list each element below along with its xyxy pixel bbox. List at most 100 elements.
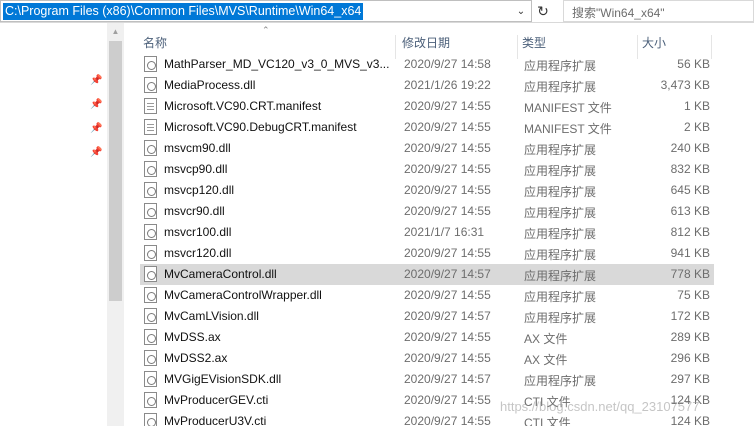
file-row[interactable]: msvcp120.dll 2020/9/27 14:55 应用程序扩展 645 KB (140, 180, 714, 201)
file-name: msvcr120.dll (164, 246, 232, 260)
address-path[interactable]: C:\Program Files (x86)\Common Files\MVS\… (3, 3, 364, 20)
file-size: 1 KB (683, 99, 710, 113)
file-size: 2 KB (683, 120, 710, 134)
search-input[interactable]: 搜索"Win64_x64" (563, 0, 754, 22)
file-date: 2020/9/27 14:57 (404, 267, 491, 281)
file-row[interactable]: MathParser_MD_VC120_v3_0_MVS_v3... 2020/9… (140, 54, 714, 75)
file-row[interactable]: MvProducerGEV.cti 2020/9/27 14:55 CTI 文件 12… (140, 390, 714, 411)
file-icon (144, 119, 157, 135)
toolbar: C:\Program Files (x86)\Common Files\MVS\… (0, 0, 754, 23)
file-name: MvDSS.ax (164, 330, 221, 344)
file-name: msvcp120.dll (164, 183, 235, 197)
file-row[interactable]: MvCameraControlWrapper.dll 2020/9/27 14:5… (140, 285, 714, 306)
file-name: msvcm90.dll (164, 141, 231, 155)
file-type: 应用程序扩展 (524, 143, 597, 157)
file-name: Microsoft.VC90.CRT.manifest (164, 99, 322, 113)
file-row[interactable]: MVGigEVisionSDK.dll 2020/9/27 14:57 应用程序扩展… (140, 369, 714, 390)
address-bar[interactable]: C:\Program Files (x86)\Common Files\MVS\… (0, 0, 532, 22)
file-name: msvcr100.dll (164, 225, 232, 239)
file-type: 应用程序扩展 (524, 374, 597, 388)
file-name: msvcp90.dll (164, 162, 228, 176)
file-row[interactable]: MvDSS.ax 2020/9/27 14:55 AX 文件 289 KB (140, 327, 714, 348)
file-date: 2020/9/27 14:55 (404, 330, 491, 344)
file-size: 832 KB (670, 162, 710, 176)
file-size: 297 KB (670, 372, 710, 386)
file-type: 应用程序扩展 (524, 269, 597, 283)
navigation-pane: 📌 📌 📌 📌 (0, 23, 107, 426)
file-type: 应用程序扩展 (524, 311, 597, 325)
file-row[interactable]: Microsoft.VC90.DebugCRT.manifest 2020/9/2… (140, 117, 714, 138)
file-row[interactable]: MvCameraControl.dll 2020/9/27 14:57 应用程序扩展… (140, 264, 714, 285)
file-size: 812 KB (670, 225, 710, 239)
dll-icon (144, 203, 157, 219)
file-type: MANIFEST 文件 (524, 122, 612, 136)
file-size: 75 KB (677, 288, 710, 302)
file-row[interactable]: msvcp90.dll 2020/9/27 14:55 应用程序扩展 832 KB (140, 159, 714, 180)
file-row[interactable]: MvProducerU3V.cti 2020/9/27 14:55 CTI 文件 12… (140, 411, 714, 426)
file-name: MathParser_MD_VC120_v3_0_MVS_v3... (164, 57, 390, 71)
file-size: 941 KB (670, 246, 710, 260)
dll-icon (144, 266, 157, 282)
file-type: 应用程序扩展 (524, 164, 597, 178)
file-row[interactable]: Microsoft.VC90.CRT.manifest 2020/9/27 14:… (140, 96, 714, 117)
dll-icon (144, 308, 157, 324)
file-date: 2020/9/27 14:55 (404, 351, 491, 365)
file-type: MANIFEST 文件 (524, 101, 612, 115)
pin-icon[interactable]: 📌 (90, 147, 102, 159)
file-size: 289 KB (670, 330, 710, 344)
dll-icon (144, 329, 157, 345)
dll-icon (144, 245, 157, 261)
dll-icon (144, 287, 157, 303)
file-row[interactable]: MvDSS2.ax 2020/9/27 14:55 AX 文件 296 KB (140, 348, 714, 369)
file-type: 应用程序扩展 (524, 227, 597, 241)
file-type: 应用程序扩展 (524, 80, 597, 94)
file-size: 124 KB (670, 414, 710, 426)
file-type: 应用程序扩展 (524, 59, 597, 73)
scrollbar-thumb[interactable] (109, 41, 122, 301)
scroll-up-icon[interactable]: ▲ (107, 23, 124, 40)
dll-icon (144, 224, 157, 240)
chevron-down-icon[interactable]: ⌄ (511, 1, 531, 21)
file-date: 2021/1/7 16:31 (404, 225, 485, 239)
file-type: AX 文件 (524, 353, 568, 367)
file-date: 2021/1/26 19:22 (404, 78, 491, 92)
file-type: 应用程序扩展 (524, 206, 597, 220)
file-date: 2020/9/27 14:55 (404, 246, 491, 260)
file-date: 2020/9/27 14:55 (404, 414, 491, 426)
file-icon (144, 98, 157, 114)
pin-icon[interactable]: 📌 (90, 123, 102, 135)
dll-icon (144, 182, 157, 198)
file-size: 172 KB (670, 309, 710, 323)
file-type: CTI 文件 (524, 416, 571, 426)
file-name: msvcr90.dll (164, 204, 225, 218)
dll-icon (144, 56, 157, 72)
vertical-scrollbar[interactable]: ▲ (107, 23, 124, 426)
file-row[interactable]: MvCamLVision.dll 2020/9/27 14:57 应用程序扩展 172… (140, 306, 714, 327)
file-date: 2020/9/27 14:55 (404, 204, 491, 218)
file-size: 124 KB (670, 393, 710, 407)
dll-icon (144, 392, 157, 408)
file-size: 56 KB (677, 57, 710, 71)
file-name: MvCameraControlWrapper.dll (164, 288, 322, 302)
file-row[interactable]: msvcr100.dll 2021/1/7 16:31 应用程序扩展 812 KB (140, 222, 714, 243)
refresh-icon[interactable]: ↻ (533, 0, 553, 22)
file-row[interactable]: msvcr120.dll 2020/9/27 14:55 应用程序扩展 941 KB (140, 243, 714, 264)
file-row[interactable]: msvcr90.dll 2020/9/27 14:55 应用程序扩展 613 KB (140, 201, 714, 222)
file-date: 2020/9/27 14:55 (404, 120, 491, 134)
file-size: 613 KB (670, 204, 710, 218)
file-row[interactable]: MediaProcess.dll 2021/1/26 19:22 应用程序扩展 3,4… (140, 75, 714, 96)
pin-icon[interactable]: 📌 (90, 99, 102, 111)
pin-icon[interactable]: 📌 (90, 75, 102, 87)
file-date: 2020/9/27 14:55 (404, 162, 491, 176)
dll-icon (144, 413, 157, 426)
file-date: 2020/9/27 14:55 (404, 393, 491, 407)
file-name: MVGigEVisionSDK.dll (164, 372, 282, 386)
dll-icon (144, 77, 157, 93)
file-row[interactable]: msvcm90.dll 2020/9/27 14:55 应用程序扩展 240 KB (140, 138, 714, 159)
file-date: 2020/9/27 14:55 (404, 183, 491, 197)
search-placeholder: 搜索"Win64_x64" (572, 6, 665, 20)
file-size: 240 KB (670, 141, 710, 155)
file-date: 2020/9/27 14:55 (404, 288, 491, 302)
dll-icon (144, 161, 157, 177)
file-name: MvDSS2.ax (164, 351, 228, 365)
